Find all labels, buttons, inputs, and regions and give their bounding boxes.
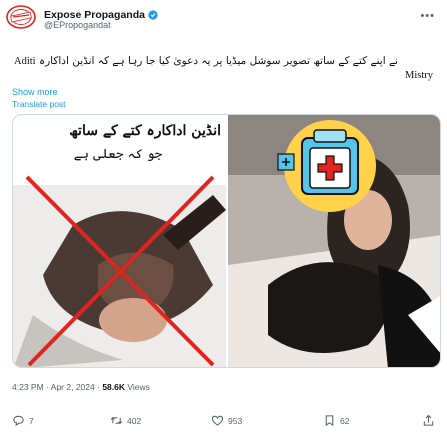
repost-icon bbox=[110, 416, 123, 425]
author-handle[interactable]: @EPropogandat bbox=[44, 20, 111, 30]
repost-count: 402 bbox=[127, 415, 142, 426]
like-count: 953 bbox=[228, 415, 243, 426]
tweet-text-latin-a: Aditi bbox=[14, 56, 36, 67]
avatar-stamp-icon bbox=[6, 5, 36, 29]
left-caption-1: انڈین اداکارہ کتے کے ساتھ bbox=[69, 123, 221, 139]
like-icon bbox=[211, 415, 224, 426]
bookmark-icon bbox=[325, 415, 334, 427]
reply-icon bbox=[13, 415, 24, 427]
tweet-date[interactable]: Apr 2, 2024 bbox=[51, 382, 95, 392]
media-left-image[interactable]: انڈین اداکارہ کتے کے ساتھ جو کہ جعلی ہے bbox=[13, 115, 226, 367]
reply-count: 7 bbox=[29, 415, 34, 426]
translate-post-link[interactable]: Translate post bbox=[12, 99, 66, 109]
tweet-text-urdu-a: سوشل میڈیا پر یہ دعویٰ کیا جا رہا ہے کہ … bbox=[38, 55, 281, 67]
avatar[interactable] bbox=[4, 4, 38, 30]
tweet-text: Aditi نے اپنے کتے کے ساتھ تصویر سوشل میڈ… bbox=[14, 55, 439, 67]
left-caption-2: جو کہ جعلی ہے bbox=[73, 147, 163, 162]
media-right-image[interactable] bbox=[228, 115, 440, 367]
show-more-link[interactable]: Show more bbox=[12, 87, 58, 97]
more-icon[interactable]: ••• bbox=[420, 10, 435, 22]
tweet-media[interactable]: انڈین اداکارہ کتے کے ساتھ جو کہ جعلی ہے bbox=[12, 114, 441, 368]
tweet-time[interactable]: 4:23 PM bbox=[12, 382, 44, 392]
like-button[interactable]: 953 bbox=[211, 414, 242, 427]
verified-badge-icon bbox=[148, 10, 158, 20]
tweet-text-urdu-b: نے اپنے کتے کے ساتھ تصویر bbox=[283, 55, 399, 67]
meta-separator: · bbox=[46, 382, 49, 392]
tweet-text-line2: Mistry bbox=[405, 70, 433, 81]
bookmark-count: 62 bbox=[340, 415, 350, 426]
repost-button[interactable]: 402 bbox=[110, 414, 141, 427]
views-count: 58.6K bbox=[102, 382, 126, 392]
tweet-header: Expose Propaganda @EPropogandat ••• bbox=[0, 0, 447, 32]
share-button[interactable] bbox=[422, 414, 435, 427]
meta-separator-2: · bbox=[97, 382, 100, 392]
dog-photo-original bbox=[228, 115, 440, 367]
bookmark-button[interactable]: 62 bbox=[323, 414, 349, 427]
tweet-text-latin-b: Mistry bbox=[404, 70, 433, 81]
action-bar: 7 402 953 62 bbox=[12, 414, 442, 432]
share-icon bbox=[423, 414, 434, 426]
reply-button[interactable]: 7 bbox=[12, 414, 34, 427]
tweet-meta: 4:23 PM · Apr 2, 2024 · 58.6K Views bbox=[12, 382, 150, 392]
views-label: Views bbox=[127, 382, 150, 392]
